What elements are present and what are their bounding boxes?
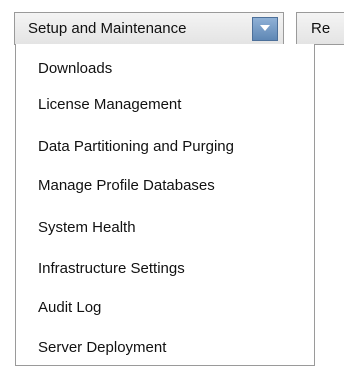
menu-bar: Setup and Maintenance Re	[0, 0, 344, 46]
setup-maintenance-dropdown: Downloads License Management Data Partit…	[15, 44, 315, 366]
next-menu-tab-label: Re	[311, 20, 331, 37]
menu-item-manage-profile-databases[interactable]: Manage Profile Databases	[38, 173, 215, 199]
chevron-down-icon[interactable]	[252, 16, 278, 41]
menu-item-server-deployment[interactable]: Server Deployment	[38, 335, 166, 361]
setup-and-maintenance-menu-button[interactable]: Setup and Maintenance	[14, 12, 284, 45]
app-frame: Setup and Maintenance Re Downloads Licen…	[0, 0, 344, 369]
menu-item-license-management[interactable]: License Management	[38, 92, 181, 118]
menu-button-label: Setup and Maintenance	[28, 20, 187, 37]
menu-item-system-health[interactable]: System Health	[38, 215, 136, 241]
menu-item-infrastructure-settings[interactable]: Infrastructure Settings	[38, 256, 185, 282]
menu-item-downloads[interactable]: Downloads	[38, 56, 112, 82]
next-menu-tab[interactable]: Re	[296, 12, 344, 45]
menu-item-audit-log[interactable]: Audit Log	[38, 295, 101, 321]
menu-item-data-partitioning-and-purging[interactable]: Data Partitioning and Purging	[38, 134, 234, 160]
